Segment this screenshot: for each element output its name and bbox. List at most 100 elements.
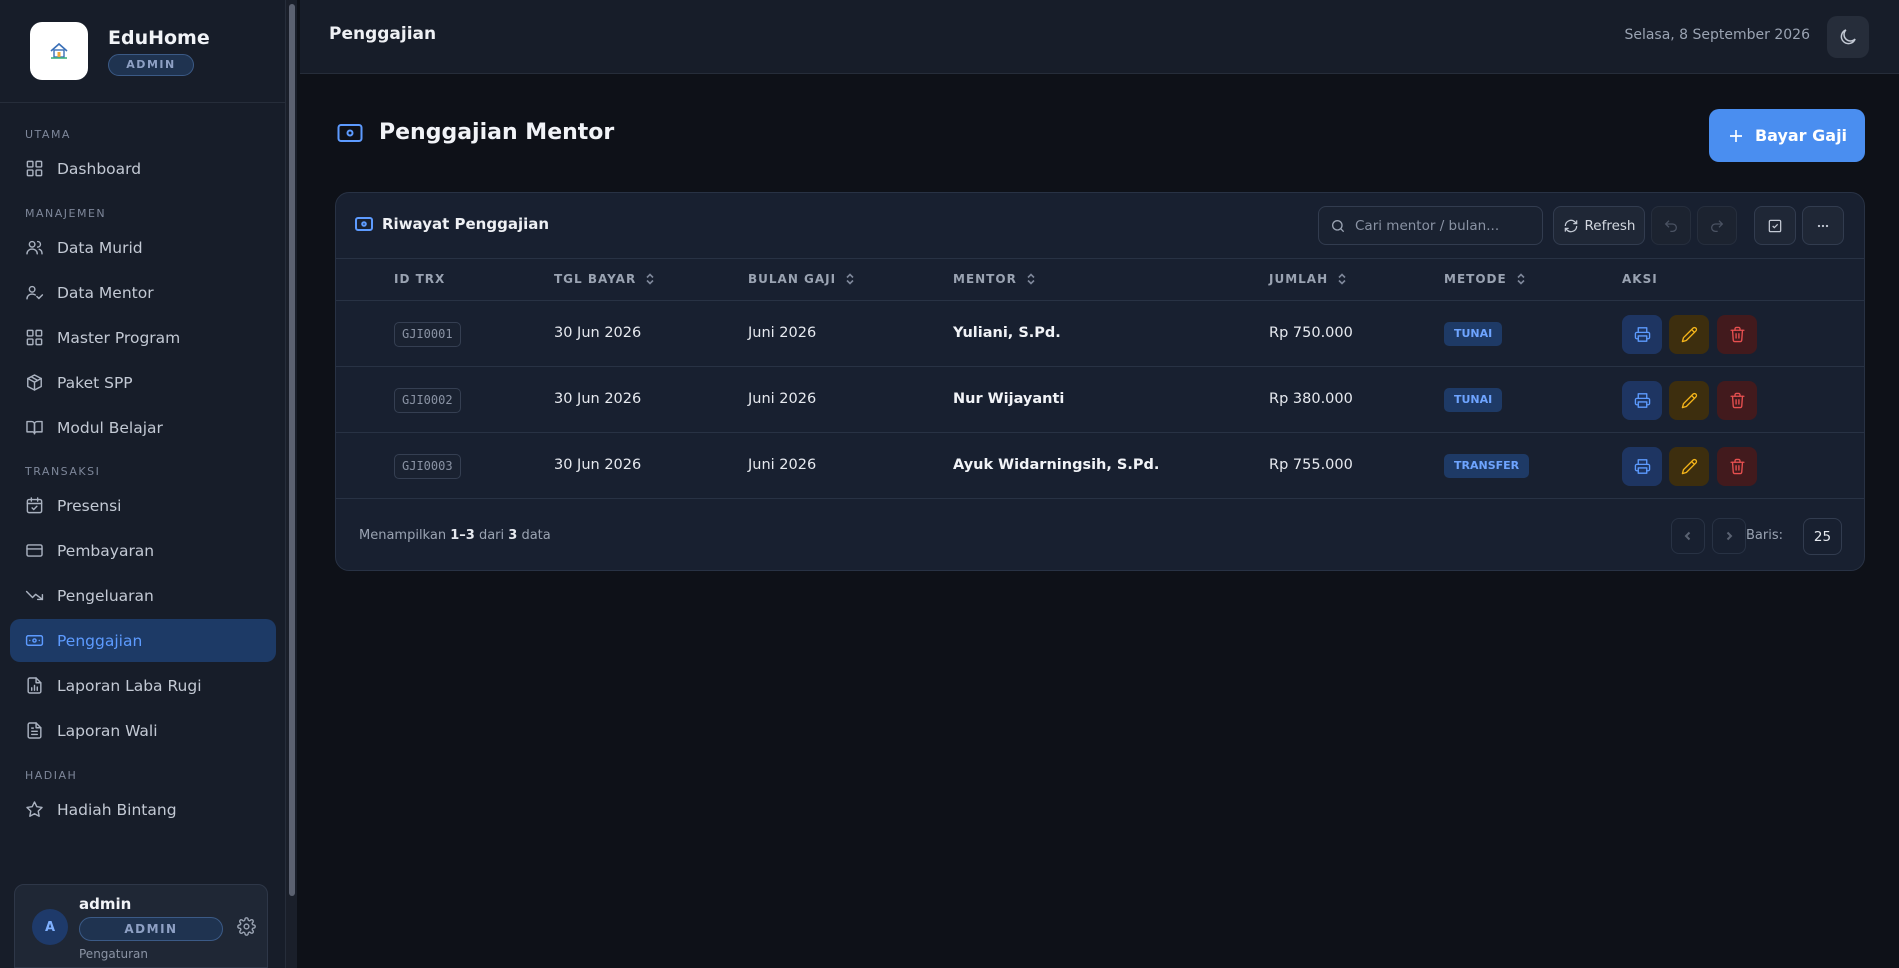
bulan-gaji: Juni 2026 [748,391,817,407]
undo-button[interactable] [1651,206,1691,245]
sort-icon [1027,273,1035,285]
printer-icon [1634,327,1650,342]
user-settings-link[interactable]: Pengaturan [79,947,148,961]
sidebar-item-laporan-wali[interactable]: Laporan Wali [10,709,276,752]
sidebar-item-label: Penggajian [57,631,143,650]
sort-icon [1338,273,1346,285]
user-card[interactable]: A admin ADMIN Pengaturan [14,884,268,968]
undo-icon [1664,219,1677,232]
column-label: BULAN GAJI [748,272,837,286]
print-button[interactable] [1622,447,1662,486]
sidebar-item-pembayaran[interactable]: Pembayaran [10,529,276,572]
pagination-range: 1–3 [450,528,475,543]
pencil-icon [1681,458,1697,475]
search-icon [1332,219,1345,232]
sidebar-item-hadiah-bintang[interactable]: Hadiah Bintang [10,788,276,831]
sidebar-item-label: Paket SPP [57,373,133,392]
sidebar-item-pengeluaran[interactable]: Pengeluaran [10,574,276,617]
column-bulan-gaji[interactable]: BULAN GAJI [748,272,855,286]
print-button[interactable] [1622,381,1662,420]
jumlah: Rp 755.000 [1269,457,1353,473]
jumlah: Rp 750.000 [1269,325,1353,341]
delete-button[interactable] [1717,447,1757,486]
edit-button[interactable] [1669,447,1709,486]
sidebar-item-label: Modul Belajar [57,418,163,437]
next-page-button[interactable] [1712,518,1746,554]
theme-toggle-button[interactable] [1827,16,1869,58]
sidebar-item-laporan-laba-rugi[interactable]: Laporan Laba Rugi [10,664,276,707]
select-all-button[interactable] [1754,206,1796,245]
sidebar-item-label: Laporan Wali [57,721,158,740]
page-title-text: Penggajian Mentor [379,120,615,145]
chevron-right-icon [1726,531,1733,541]
sidebar-item-label: Data Murid [57,238,143,257]
moon-icon [1840,29,1856,45]
column-jumlah[interactable]: JUMLAH [1269,272,1347,286]
book-icon [26,420,43,435]
column-tgl-bayar[interactable]: TGL BAYAR [554,272,655,286]
sidebar-item-label: Master Program [57,328,181,347]
pagination-middle: dari [478,528,505,543]
sidebar-item-paket-spp[interactable]: Paket SPP [10,361,276,404]
column-mentor[interactable]: MENTOR [953,272,1036,286]
bulan-gaji: Juni 2026 [748,325,817,341]
trx-id: GJI0001 [394,322,461,347]
search-box [1318,206,1543,245]
delete-button[interactable] [1717,315,1757,354]
user-role-badge: ADMIN [79,917,223,941]
sort-icon [846,273,854,285]
rows-per-page-select[interactable]: 25 [1803,518,1842,555]
method-badge: TRANSFER [1444,454,1530,478]
column-metode[interactable]: METODE [1444,272,1526,286]
edit-button[interactable] [1669,381,1709,420]
plus-icon [1729,129,1742,142]
refresh-label: Refresh [1584,217,1636,234]
prev-page-button[interactable] [1671,518,1705,554]
refresh-button[interactable]: Refresh [1553,206,1645,245]
column-id-trx: ID TRX [394,272,445,286]
column-label: AKSI [1622,272,1658,286]
edit-button[interactable] [1669,315,1709,354]
header-title: Penggajian [329,24,437,44]
bayar-gaji-button[interactable]: Bayar Gaji [1709,109,1865,162]
mentor-name: Yuliani, S.Pd. [953,325,1061,341]
trx-id: GJI0003 [394,454,461,479]
delete-button[interactable] [1717,381,1757,420]
search-input[interactable] [1355,217,1535,234]
sidebar-item-master-program[interactable]: Master Program [10,316,276,359]
print-button[interactable] [1622,315,1662,354]
trash-icon [1729,326,1745,343]
table-footer: Menampilkan 1–3 dari 3 data Baris: 25 [336,500,1864,570]
sidebar-nav: UTAMA Dashboard MANAJEMEN Data Murid Dat… [0,103,286,831]
star-icon [26,801,43,817]
trash-icon [1729,458,1745,475]
banknote-icon [25,635,44,646]
sidebar-item-data-mentor[interactable]: Data Mentor [10,271,276,314]
sidebar-item-data-murid[interactable]: Data Murid [10,226,276,269]
table-row: GJI0001 30 Jun 2026 Juni 2026 Yuliani, S… [336,301,1864,367]
method-badge: TUNAI [1444,322,1503,346]
user-check-icon [26,285,44,300]
sidebar-scrollbar[interactable] [286,0,297,968]
banknote-icon [355,217,373,231]
sidebar-item-presensi[interactable]: Presensi [10,484,276,527]
column-label: MENTOR [953,272,1017,286]
sidebar-item-dashboard[interactable]: Dashboard [10,147,276,190]
card-title: Riwayat Penggajian [355,215,549,233]
top-header: Penggajian Selasa, 8 September 2026 [300,0,1899,74]
brand-name: EduHome [108,26,210,49]
sidebar-item-modul-belajar[interactable]: Modul Belajar [10,406,276,449]
sidebar-item-label: Pengeluaran [57,586,154,605]
gear-icon[interactable] [237,917,256,936]
bayar-gaji-label: Bayar Gaji [1754,126,1848,145]
user-name: admin [79,895,132,913]
more-options-button[interactable] [1802,206,1844,245]
card-toolbar: Riwayat Penggajian Refresh [336,193,1864,259]
printer-icon [1634,393,1650,408]
brand: EduHome ADMIN [0,0,285,103]
column-label: TGL BAYAR [554,272,637,286]
redo-button[interactable] [1697,206,1737,245]
sidebar-item-penggajian[interactable]: Penggajian [10,619,276,662]
sidebar-scrollbar-thumb[interactable] [289,4,295,896]
section-manajemen: MANAJEMEN [25,207,107,220]
